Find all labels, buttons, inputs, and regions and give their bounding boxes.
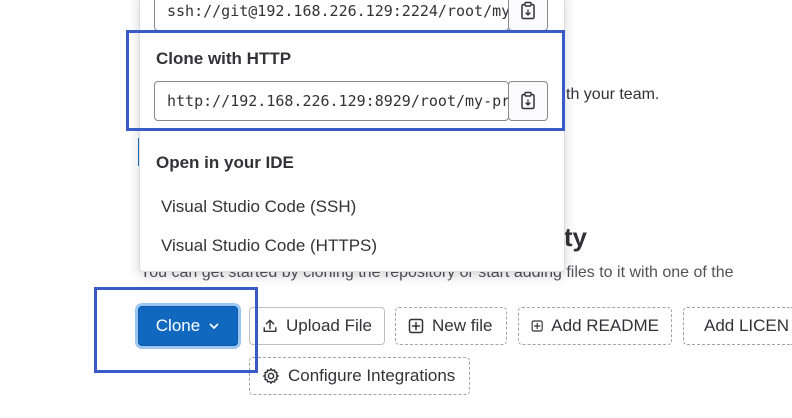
- clipboard-icon: [521, 1, 535, 20]
- plus-square-icon: [408, 318, 424, 334]
- team-text-fragment: th your team.: [566, 86, 660, 103]
- gear-icon: [263, 368, 279, 384]
- configure-integrations-button[interactable]: Configure Integrations: [249, 357, 470, 395]
- new-file-label: New file: [432, 316, 493, 335]
- ide-item-vscode-https[interactable]: Visual Studio Code (HTTPS): [161, 236, 377, 256]
- add-readme-label: Add README: [551, 316, 659, 335]
- new-file-button[interactable]: New file: [395, 307, 507, 345]
- ide-item-vscode-ssh[interactable]: Visual Studio Code (SSH): [161, 197, 356, 217]
- highlight-box-http: [126, 30, 565, 131]
- plus-square-icon: [531, 320, 543, 332]
- add-license-label: Add LICEN: [704, 316, 790, 335]
- upload-icon: [263, 319, 277, 333]
- add-license-button[interactable]: Add LICEN: [683, 307, 792, 345]
- add-readme-button[interactable]: Add README: [518, 307, 672, 345]
- highlight-box-clone: [94, 287, 258, 373]
- copy-ssh-url-button[interactable]: [508, 0, 548, 31]
- upload-file-label: Upload File: [286, 316, 372, 335]
- open-in-ide-section-label: Open in your IDE: [156, 153, 294, 172]
- configure-integrations-label: Configure Integrations: [288, 366, 456, 385]
- ssh-url-field[interactable]: ssh://git@192.168.226.129:2224/root/my-p…: [154, 0, 509, 31]
- upload-file-button[interactable]: Upload File: [249, 307, 385, 345]
